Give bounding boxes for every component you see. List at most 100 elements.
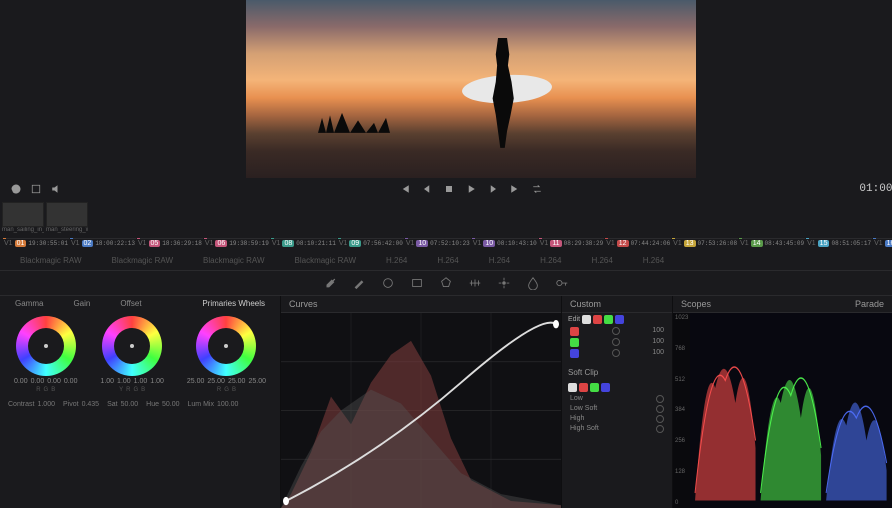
circle-mask-icon[interactable] [381, 276, 395, 290]
scope-scale-value: 384 [675, 407, 688, 413]
scope-scale-value: 1023 [675, 315, 688, 321]
soft-blue-chip[interactable] [601, 383, 610, 392]
wheel-channels: YRGB [119, 387, 145, 393]
next-icon[interactable] [487, 183, 499, 195]
lowsoft-slider[interactable] [656, 405, 664, 413]
timeline-clip[interactable]: V11508:51:05:17 [806, 238, 872, 248]
channel-value[interactable]: 100 [652, 349, 664, 358]
timeline-clip[interactable]: V10907:56:42:00 [338, 238, 404, 248]
stop-icon[interactable] [443, 183, 455, 195]
param-value[interactable]: 0.435 [82, 401, 100, 408]
timeline-clip[interactable]: V10218:00:22:13 [70, 238, 136, 248]
loop-icon[interactable] [10, 183, 22, 195]
channel-red-chip[interactable] [593, 315, 602, 324]
blur-icon[interactable] [526, 276, 540, 290]
timeline-clip[interactable]: V11008:10:43:10 [472, 238, 538, 248]
clip-timecode: 07:44:24:06 [631, 240, 671, 247]
prev-icon[interactable] [421, 183, 433, 195]
channel-luma-chip[interactable] [582, 315, 591, 324]
channel-toggle[interactable] [612, 349, 620, 357]
channel-toggle[interactable] [612, 338, 620, 346]
soft-green-chip[interactable] [590, 383, 599, 392]
scopes-label: Scopes [681, 299, 711, 309]
tab-gain[interactable]: Gain [73, 299, 90, 308]
track-label: V1 [673, 240, 682, 247]
timeline-clip[interactable]: V11608:23:59:17 [873, 238, 892, 248]
channel-green-chip[interactable] [604, 315, 613, 324]
timeline-clip[interactable]: V11307:53:26:08 [672, 238, 738, 248]
color-wheel[interactable] [196, 316, 256, 376]
custom-panel: Custom Edit 100100100 Soft Clip Low Low … [562, 296, 672, 508]
format-label: Blackmagic RAW [295, 256, 357, 265]
color-wheel[interactable] [16, 316, 76, 376]
track-label: V1 [71, 240, 80, 247]
tab-gamma[interactable]: Gamma [15, 299, 43, 308]
timeline-clip[interactable]: V11007:52:10:23 [405, 238, 471, 248]
clip-number: 08 [282, 240, 294, 247]
low-slider[interactable] [656, 395, 664, 403]
soft-red-chip[interactable] [579, 383, 588, 392]
param-value[interactable]: 100.00 [217, 401, 238, 408]
clip-thumbnail[interactable] [46, 202, 88, 227]
wand-icon[interactable] [352, 276, 366, 290]
tab-offset[interactable]: Offset [120, 299, 141, 308]
format-label: H.264 [540, 256, 561, 265]
match-icon[interactable] [30, 183, 42, 195]
channel-toggle[interactable] [612, 327, 620, 335]
scopes-mode[interactable]: Parade [855, 299, 884, 309]
clip-timecode: 07:53:26:08 [698, 240, 738, 247]
channel-indicator [570, 338, 579, 347]
timeline-clip[interactable]: V10518:36:29:18 [137, 238, 203, 248]
channel-blue-chip[interactable] [615, 315, 624, 324]
timeline-clip[interactable]: V10619:38:59:19 [204, 238, 270, 248]
soft-luma-chip[interactable] [568, 383, 577, 392]
timeline-clip[interactable]: V11207:44:24:06 [605, 238, 671, 248]
clip-timecode: 07:52:10:23 [430, 240, 470, 247]
param-value[interactable]: 50.00 [162, 401, 180, 408]
param-label: Hue [146, 401, 159, 408]
format-label: Blackmagic RAW [112, 256, 174, 265]
clip-number: 15 [818, 240, 830, 247]
viewer[interactable] [246, 0, 696, 178]
timeline-clip[interactable]: V11408:43:45:09 [739, 238, 805, 248]
clip-timecode: 19:38:59:19 [229, 240, 269, 247]
gradient-icon[interactable] [468, 276, 482, 290]
primaries-wheels-label[interactable]: Primaries Wheels [202, 299, 265, 308]
loop-toggle-icon[interactable] [531, 183, 543, 195]
first-frame-icon[interactable] [399, 183, 411, 195]
custom-label[interactable]: Custom [570, 299, 601, 309]
param-label: Sat [107, 401, 118, 408]
polygon-mask-icon[interactable] [439, 276, 453, 290]
rect-mask-icon[interactable] [410, 276, 424, 290]
clip-thumbnails: man_sailing_in_th…man_steering_wh… [0, 200, 892, 235]
tracker-icon[interactable] [497, 276, 511, 290]
param-value[interactable]: 50.00 [121, 401, 139, 408]
timeline-clip[interactable]: V11108:29:38:29 [539, 238, 604, 248]
track-label: V1 [339, 240, 348, 247]
play-icon[interactable] [465, 183, 477, 195]
high-slider[interactable] [656, 415, 664, 423]
timecode-display: 01:00:04:18 [859, 183, 892, 195]
clip-thumbnail[interactable] [2, 202, 44, 227]
timeline-clip[interactable]: V10119:30:55:01 [3, 238, 69, 248]
param-value[interactable]: 1.000 [37, 401, 55, 408]
node-toolbar [0, 270, 892, 296]
channel-value[interactable]: 100 [652, 338, 664, 347]
highsoft-slider[interactable] [656, 425, 664, 433]
last-frame-icon[interactable] [509, 183, 521, 195]
format-label: H.264 [643, 256, 664, 265]
wheel-values: 0.000.000.000.00 [14, 378, 78, 385]
key-icon[interactable] [555, 276, 569, 290]
clip-timecode: 08:51:05:17 [831, 240, 871, 247]
curves-panel: Curves [281, 296, 561, 508]
channel-value[interactable]: 100 [652, 327, 664, 336]
color-wheel[interactable] [102, 316, 162, 376]
scope-scale-value: 512 [675, 377, 688, 383]
clip-timecode: 08:10:21:11 [296, 240, 336, 247]
audio-icon[interactable] [50, 183, 62, 195]
clip-timecode: 19:30:55:01 [28, 240, 68, 247]
eyedropper-icon[interactable] [323, 276, 337, 290]
curves-graph[interactable] [281, 313, 561, 508]
timeline-clip[interactable]: V10808:10:21:11 [271, 238, 337, 248]
track-label: V1 [406, 240, 415, 247]
